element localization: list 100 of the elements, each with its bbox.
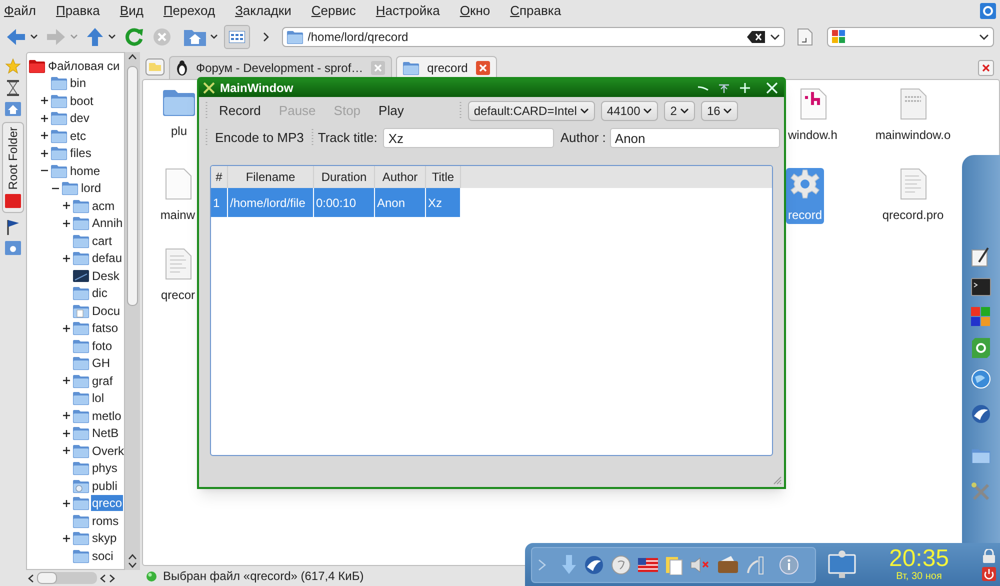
tree-item[interactable]: Desk: [91, 268, 120, 284]
header-file-icon[interactable]: [798, 88, 827, 120]
star-icon[interactable]: [5, 58, 21, 74]
tree-item[interactable]: acm: [91, 198, 116, 214]
close-icon[interactable]: [766, 82, 778, 94]
toolbar-button[interactable]: Record: [212, 100, 268, 122]
file-label[interactable]: window.h: [788, 126, 838, 144]
caret-icon[interactable]: [680, 108, 689, 114]
lock-icon[interactable]: [982, 548, 996, 562]
toolbar-button[interactable]: Play: [372, 100, 411, 122]
expand-icon[interactable]: [63, 430, 70, 437]
gear-icon[interactable]: [789, 168, 821, 200]
folder-icon[interactable]: [163, 88, 195, 116]
side-tab[interactable]: Root Folder: [2, 122, 24, 213]
bird-icon[interactable]: [584, 554, 604, 574]
clipboard-icon[interactable]: [665, 554, 683, 574]
tab[interactable]: Форум - Development - sprof…: [169, 56, 392, 79]
tree-item[interactable]: publi: [91, 478, 118, 494]
chevron-icon[interactable]: [262, 32, 270, 42]
table-cell[interactable]: /home/lord/file: [228, 188, 314, 217]
info-icon[interactable]: [779, 554, 799, 574]
author-field[interactable]: Anon: [610, 128, 780, 148]
menu-item[interactable]: Справка: [510, 1, 562, 21]
caret-icon[interactable]: [770, 34, 780, 40]
table-cell[interactable]: Xz: [426, 188, 461, 217]
caret-icon[interactable]: [723, 108, 732, 114]
document-icon[interactable]: [797, 28, 814, 46]
tree-item[interactable]: dev: [69, 110, 90, 126]
scroll-right-icon[interactable]: [109, 574, 115, 582]
tab[interactable]: qrecord: [396, 56, 497, 79]
caret-icon[interactable]: [108, 34, 116, 40]
scroll-up-icon[interactable]: [128, 54, 137, 60]
encode-button[interactable]: Encode to MP3: [212, 128, 307, 148]
file-label[interactable]: qrecor: [160, 286, 195, 304]
menu-item[interactable]: Правка: [56, 1, 100, 21]
table-cell[interactable]: 0:00:10: [314, 188, 375, 217]
tree-item[interactable]: Docu: [91, 302, 122, 319]
address-field[interactable]: /home/lord/qrecord: [308, 28, 742, 46]
tree-item[interactable]: Overk: [91, 442, 124, 459]
expand-icon[interactable]: [63, 377, 70, 384]
resize-grip-icon[interactable]: [772, 475, 782, 485]
clear-icon[interactable]: [747, 31, 766, 43]
tree-item[interactable]: etc: [69, 128, 88, 144]
blocks-icon[interactable]: [971, 307, 991, 327]
menu-item[interactable]: Закладки: [235, 1, 292, 21]
expand-icon[interactable]: [41, 132, 48, 140]
tree-item[interactable]: lord: [80, 180, 102, 196]
caret-icon[interactable]: [979, 34, 990, 40]
close-tab-icon[interactable]: [978, 60, 994, 76]
scrollbar[interactable]: [125, 52, 140, 570]
expand-icon[interactable]: [63, 324, 70, 332]
speaker-muted-icon[interactable]: [690, 556, 710, 572]
flag-icon[interactable]: [6, 218, 20, 235]
tree-item[interactable]: home: [69, 162, 102, 179]
expand-icon[interactable]: [41, 150, 48, 157]
tree-item[interactable]: soci: [91, 548, 114, 564]
tree-item[interactable]: defau: [91, 250, 124, 266]
tree-item[interactable]: boot: [69, 92, 94, 109]
address-bar[interactable]: /home/lord/qrecord: [282, 27, 786, 47]
menu-item[interactable]: Переход: [163, 1, 216, 21]
flag-icon[interactable]: [638, 558, 658, 572]
dropdown[interactable]: 16: [700, 101, 738, 121]
network-folder-icon[interactable]: [5, 240, 21, 255]
caret-icon[interactable]: [210, 34, 218, 40]
expand-icon[interactable]: [41, 97, 48, 104]
scroll-down-icon[interactable]: [128, 562, 137, 568]
tree-item[interactable]: qreco: [91, 495, 124, 512]
dropdown[interactable]: 44100: [600, 101, 658, 121]
expand-icon[interactable]: [41, 114, 48, 122]
tree-item[interactable]: Annih: [91, 215, 124, 232]
expand-icon[interactable]: [63, 412, 70, 420]
file-label[interactable]: qrecord.pro: [882, 206, 944, 224]
table-cell[interactable]: 1: [211, 188, 228, 217]
new-tab-icon[interactable]: [145, 58, 165, 76]
menu-item[interactable]: Файл: [4, 1, 36, 21]
tree-item[interactable]: GH: [91, 355, 111, 372]
caret-icon[interactable]: [580, 108, 589, 114]
expand-icon[interactable]: [63, 447, 70, 454]
scroll-left-icon[interactable]: [28, 574, 34, 582]
track-title-field[interactable]: Xz: [383, 128, 554, 148]
home-icon[interactable]: [5, 102, 21, 116]
caret-icon[interactable]: [643, 108, 652, 114]
tree-item[interactable]: NetB: [91, 425, 120, 442]
tree-item[interactable]: metlo: [91, 408, 122, 424]
scroll-thumb[interactable]: [37, 572, 57, 584]
menu-item[interactable]: Сервис: [311, 1, 356, 21]
tree-item[interactable]: cart: [91, 232, 114, 249]
view-mode-button[interactable]: [224, 25, 250, 49]
maximize-icon[interactable]: [739, 82, 751, 94]
close-icon[interactable]: [476, 61, 490, 75]
expand-icon[interactable]: [63, 220, 70, 227]
wallet-icon[interactable]: [717, 556, 739, 574]
expand-icon[interactable]: [63, 254, 70, 262]
menu-item[interactable]: Вид: [120, 1, 144, 21]
tree-item[interactable]: foto: [91, 338, 114, 354]
pencil-icon[interactable]: [971, 247, 991, 267]
bird-icon[interactable]: [971, 404, 991, 424]
tree-item[interactable]: files: [69, 145, 92, 162]
chat-icon[interactable]: [611, 554, 631, 574]
terminal-icon[interactable]: [971, 278, 991, 296]
